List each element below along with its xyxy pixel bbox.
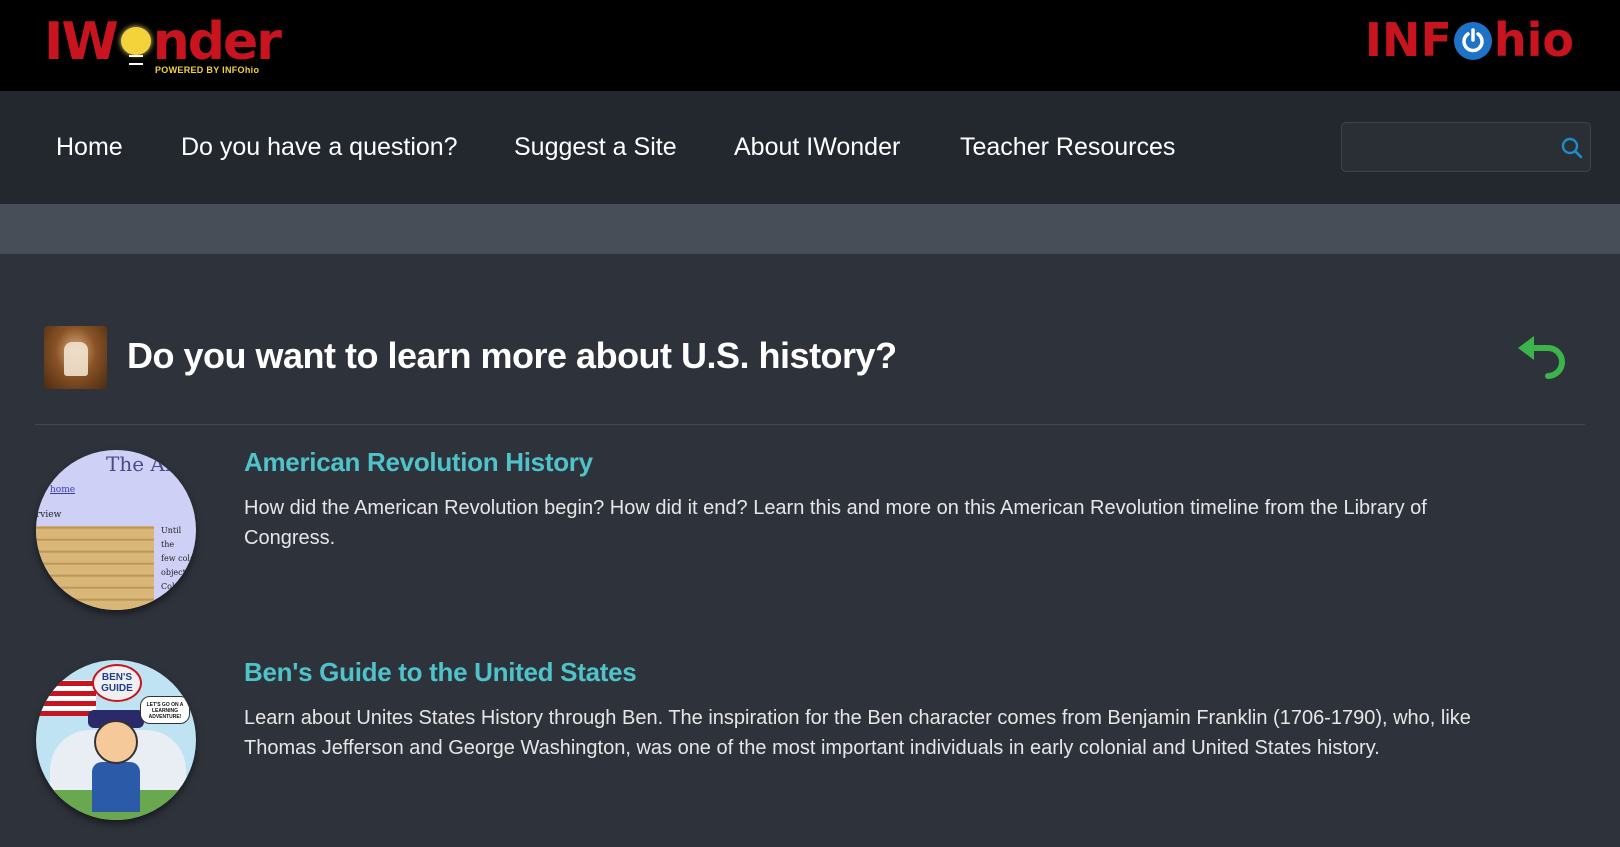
main-nav: Home Do you have a question? Suggest a S… — [0, 91, 1620, 204]
logo-text-start: IW — [44, 12, 119, 72]
iwonder-logo[interactable]: IW nder POWERED BY INFOhio — [44, 12, 282, 78]
page-title: Do you want to learn more about U.S. his… — [127, 335, 897, 376]
nav-suggest-site[interactable]: Suggest a Site — [514, 133, 677, 162]
infohio-logo[interactable]: INF hio — [1365, 14, 1574, 66]
nav-teacher-resources[interactable]: Teacher Resources — [960, 133, 1175, 162]
power-icon — [1453, 22, 1492, 60]
resource-title-link[interactable]: American Revolution History — [244, 447, 593, 478]
search-box — [1341, 122, 1591, 172]
logo-text-end: nder — [152, 12, 282, 72]
nav-ask-question[interactable]: Do you have a question? — [181, 133, 458, 162]
resource-thumbnail-american-revolution[interactable]: The Am home rview Until the few colo obj… — [36, 450, 196, 610]
brand-bar: IW nder POWERED BY INFOhio INF hio — [0, 0, 1620, 91]
topic-image — [44, 326, 107, 389]
undo-arrow-icon[interactable] — [1516, 334, 1568, 380]
nav-about[interactable]: About IWonder — [734, 133, 900, 162]
search-icon[interactable] — [1560, 136, 1584, 160]
lightbulb-icon — [118, 21, 152, 65]
search-input[interactable] — [1352, 131, 1542, 163]
powered-by-text: POWERED BY INFOhio — [155, 65, 260, 75]
resource-description: How did the American Revolution begin? H… — [244, 497, 1427, 549]
resource-description: Learn about Unites States History throug… — [244, 707, 1471, 759]
sub-header-band — [0, 204, 1620, 254]
resource-title-link[interactable]: Ben's Guide to the United States — [244, 657, 637, 688]
nav-home[interactable]: Home — [56, 133, 123, 162]
divider — [35, 424, 1585, 425]
resource-thumbnail-bens-guide[interactable]: BEN'S GUIDE LET'S GO ON A LEARNING ADVEN… — [36, 660, 196, 820]
